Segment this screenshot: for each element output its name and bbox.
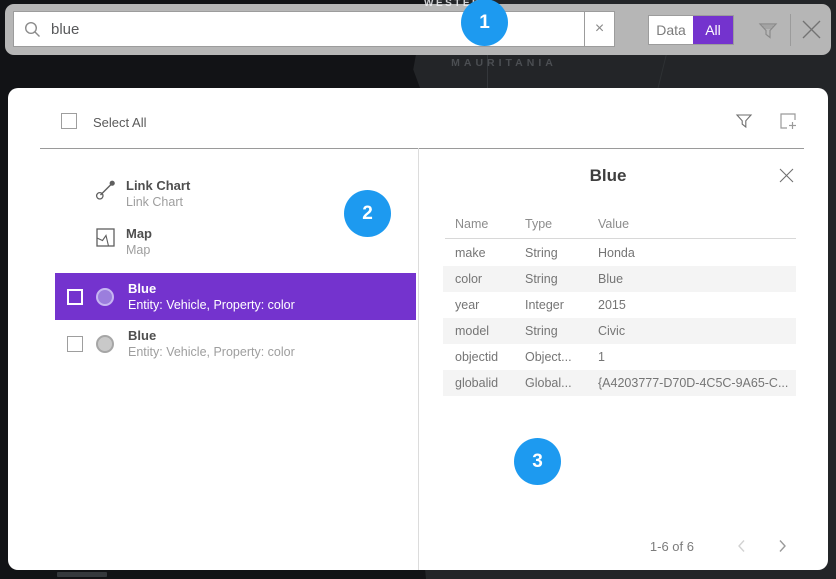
map-label-mauritania: MAURITANIA bbox=[404, 57, 604, 69]
list-item-subtitle: Entity: Vehicle, Property: color bbox=[128, 344, 295, 360]
list-item-link-chart[interactable]: Link Chart Link Chart bbox=[126, 178, 190, 210]
column-header-name: Name bbox=[455, 217, 488, 231]
table-row: globalidGlobal...{A4203777-D70D-4C5C-9A6… bbox=[443, 370, 796, 396]
toolbar-divider bbox=[790, 14, 791, 46]
add-selection-icon[interactable] bbox=[778, 111, 798, 131]
map-border-line bbox=[487, 50, 488, 90]
close-icon[interactable] bbox=[798, 16, 825, 43]
checkbox[interactable] bbox=[67, 336, 83, 352]
funnel-icon[interactable] bbox=[756, 18, 780, 42]
map-label bbox=[57, 572, 107, 577]
attributes-table: makeStringHonda colorStringBlue yearInte… bbox=[443, 240, 796, 396]
list-item-subtitle: Map bbox=[126, 242, 152, 258]
table-row: yearInteger2015 bbox=[443, 292, 796, 318]
chevron-right-icon[interactable] bbox=[774, 538, 790, 554]
details-title: Blue bbox=[418, 166, 798, 186]
column-header-type: Type bbox=[525, 217, 552, 231]
close-icon[interactable] bbox=[778, 167, 795, 184]
table-row: makeStringHonda bbox=[443, 240, 796, 266]
select-all-checkbox[interactable] bbox=[61, 113, 77, 129]
funnel-icon[interactable] bbox=[734, 111, 754, 131]
table-header-divider bbox=[445, 238, 796, 239]
toggle-all-option[interactable]: All bbox=[693, 16, 733, 44]
list-item-title: Map bbox=[126, 226, 152, 242]
entity-circle-icon bbox=[96, 288, 114, 306]
chevron-left-icon[interactable] bbox=[734, 538, 750, 554]
list-item-subtitle: Link Chart bbox=[126, 194, 190, 210]
list-item-title: Blue bbox=[128, 281, 295, 297]
link-chart-icon bbox=[95, 178, 117, 201]
clear-search-button[interactable]: × bbox=[584, 11, 615, 47]
data-all-toggle: Data All bbox=[648, 15, 734, 45]
annotation-badge-2: 2 bbox=[344, 190, 391, 237]
panel-vertical-divider bbox=[418, 148, 419, 570]
list-item-title: Link Chart bbox=[126, 178, 190, 194]
list-item-subtitle: Entity: Vehicle, Property: color bbox=[128, 297, 295, 313]
list-item-blue[interactable]: Blue Entity: Vehicle, Property: color bbox=[55, 320, 416, 367]
pagination-label: 1-6 of 6 bbox=[564, 539, 694, 554]
panel-header-divider bbox=[40, 148, 804, 149]
search-results-panel: Select All Link Chart Link Chart Map Map bbox=[8, 88, 828, 570]
select-all-label: Select All bbox=[93, 115, 146, 130]
magnifier-icon bbox=[24, 21, 41, 38]
checkbox[interactable] bbox=[67, 289, 83, 305]
list-item-blue-selected[interactable]: Blue Entity: Vehicle, Property: color bbox=[55, 273, 416, 320]
entity-circle-icon bbox=[96, 335, 114, 353]
table-row: objectidObject...1 bbox=[443, 344, 796, 370]
list-item-map[interactable]: Map Map bbox=[126, 226, 152, 258]
map-icon bbox=[95, 226, 117, 249]
list-item-title: Blue bbox=[128, 328, 295, 344]
column-header-value: Value bbox=[598, 217, 629, 231]
search-toolbar: × Data All bbox=[5, 4, 831, 55]
annotation-badge-1: 1 bbox=[461, 0, 508, 46]
table-row: colorStringBlue bbox=[443, 266, 796, 292]
table-row: modelStringCivic bbox=[443, 318, 796, 344]
toggle-data-option[interactable]: Data bbox=[649, 16, 693, 44]
annotation-badge-3: 3 bbox=[514, 438, 561, 485]
